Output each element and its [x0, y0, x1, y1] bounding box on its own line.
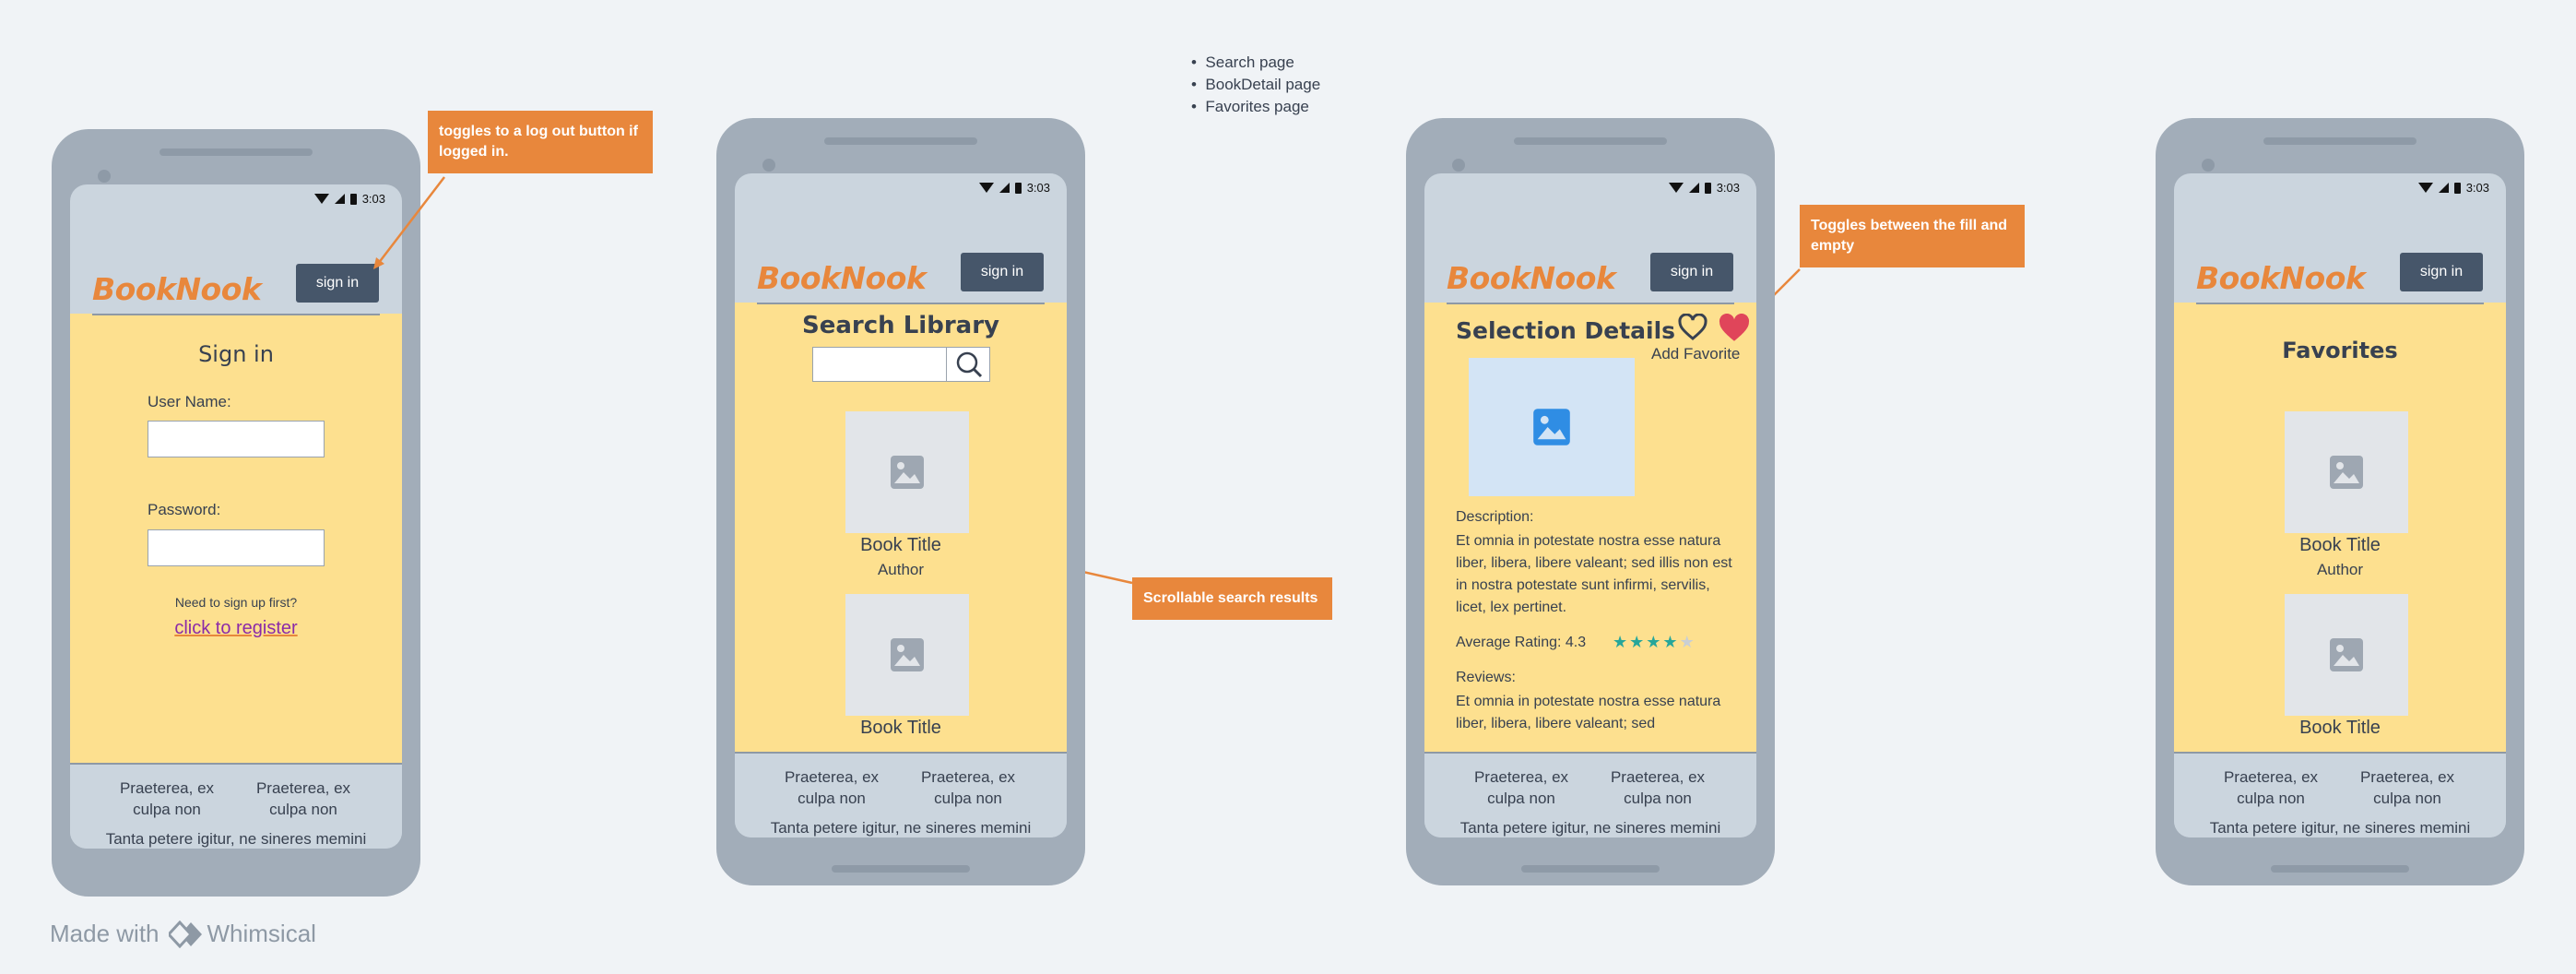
battery-icon	[1704, 182, 1711, 194]
sign-in-button[interactable]: sign in	[961, 253, 1044, 291]
annotation-scrollable: Scrollable search results	[1132, 577, 1332, 620]
wifi-icon	[2417, 183, 2433, 193]
camera	[1452, 159, 1465, 172]
image-icon	[891, 456, 924, 489]
app-logo[interactable]: BookNook	[757, 260, 927, 296]
status-bar: 3:03	[2417, 181, 2489, 195]
whimsical-brand-text: Whimsical	[207, 920, 316, 947]
whimsical-logo-icon	[168, 920, 202, 948]
footer-bottom-text: Tanta petere igitur, ne sineres memini	[770, 819, 1032, 837]
star-icon: ★	[1613, 633, 1628, 652]
footer-col-1: Praeterea, ex culpa non	[784, 768, 880, 807]
wifi-icon	[1668, 183, 1684, 193]
battery-icon	[2453, 182, 2461, 194]
heart-filled-icon[interactable]	[1718, 314, 1751, 343]
footer: Praeterea, ex culpa non Praeterea, ex cu…	[735, 752, 1067, 837]
app-logo[interactable]: BookNook	[2196, 260, 2366, 296]
reviews-text: Et omnia in potestate nostra esse natura…	[1456, 694, 1721, 731]
annotation-toggle-fill: Toggles between the fill and empty	[1800, 205, 2025, 267]
search-button[interactable]	[946, 347, 990, 382]
reviews-label: Reviews:	[1456, 670, 1516, 685]
rating-label: Average Rating: 4.3	[1456, 635, 1587, 650]
camera	[762, 159, 775, 172]
search-input[interactable]	[812, 347, 947, 382]
book-title[interactable]: Book Title	[735, 718, 1067, 739]
image-icon	[1533, 409, 1570, 445]
footer-col-2: Praeterea, ex culpa non	[1610, 768, 1706, 807]
footer: Praeterea, ex culpa non Praeterea, ex cu…	[2174, 752, 2506, 837]
speaker	[824, 137, 977, 145]
status-time: 3:03	[1026, 181, 1050, 195]
image-icon	[2330, 456, 2363, 489]
battery-icon	[1014, 182, 1022, 194]
star-icon: ★	[1662, 633, 1678, 652]
image-icon	[2330, 638, 2363, 671]
screen: 3:03 BookNook sign in Search Library Boo…	[735, 173, 1067, 837]
footer-bottom-text: Tanta petere igitur, ne sineres memini	[1459, 819, 1721, 837]
header-divider	[757, 303, 1045, 304]
status-time: 3:03	[2465, 181, 2489, 195]
camera	[2202, 159, 2215, 172]
home-bar	[1521, 865, 1660, 873]
page-title: Selection Details	[1456, 317, 1676, 344]
book-title[interactable]: Book Title	[2174, 535, 2506, 556]
star-icon: ★	[1646, 633, 1661, 652]
footer: Praeterea, ex culpa non Praeterea, ex cu…	[1424, 752, 1756, 837]
description-label: Description:	[1456, 509, 1534, 525]
rating-stars: ★ ★ ★ ★ ★	[1613, 633, 1695, 652]
book-cover-image[interactable]	[845, 594, 969, 716]
book-author: Author	[2316, 561, 2364, 578]
add-favorite-label[interactable]: Add Favorite	[1651, 345, 1740, 363]
search-content: Search Library Book Title Author Book Ti…	[735, 303, 1067, 753]
home-bar	[832, 865, 970, 873]
footer-col-1: Praeterea, ex culpa non	[2223, 768, 2319, 807]
screen: 3:03 BookNook sign in Favorites Book Tit…	[2174, 173, 2506, 837]
footer-col-2: Praeterea, ex culpa non	[2359, 768, 2455, 807]
status-bar: 3:03	[978, 181, 1050, 195]
phone-favorites: 3:03 BookNook sign in Favorites Book Tit…	[2156, 118, 2524, 885]
home-bar	[2271, 865, 2409, 873]
favorites-content: Favorites Book Title Author Book Title	[2174, 303, 2506, 753]
phone-detail: 3:03 BookNook sign in Selection Details …	[1406, 118, 1775, 885]
app-logo[interactable]: BookNook	[1447, 260, 1616, 296]
phone-search: 3:03 BookNook sign in Search Library Boo…	[716, 118, 1085, 885]
detail-content: Selection Details Add Favorite Descripti…	[1424, 303, 1756, 753]
made-with-badge[interactable]: Made with Whimsical	[50, 920, 316, 948]
header-divider	[1447, 303, 1734, 304]
page-title: Favorites	[2282, 338, 2398, 363]
header-divider	[2196, 303, 2484, 304]
status-time: 3:03	[1716, 181, 1740, 195]
footer-col-2: Praeterea, ex culpa non	[920, 768, 1016, 807]
image-icon	[891, 638, 924, 671]
status-bar: 3:03	[1668, 181, 1740, 195]
page-title: Search Library	[802, 312, 999, 339]
book-cover-image[interactable]	[2285, 594, 2408, 716]
made-with-text: Made with	[50, 920, 160, 947]
footer-col-1: Praeterea, ex culpa non	[1473, 768, 1569, 807]
signal-icon	[2438, 183, 2449, 193]
description-text: Et omnia in potestate nostra esse natura…	[1456, 533, 1732, 615]
signal-icon	[1688, 183, 1699, 193]
star-icon: ★	[1629, 633, 1645, 652]
book-cover-image	[1469, 358, 1635, 496]
star-icon: ★	[1679, 633, 1695, 652]
book-author: Author	[877, 561, 925, 578]
screen: 3:03 BookNook sign in Selection Details …	[1424, 173, 1756, 837]
book-title[interactable]: Book Title	[735, 535, 1067, 556]
book-cover-image[interactable]	[845, 411, 969, 533]
search-icon	[956, 351, 983, 378]
speaker	[1514, 137, 1667, 145]
book-cover-image[interactable]	[2285, 411, 2408, 533]
sign-in-button[interactable]: sign in	[1650, 253, 1733, 291]
sign-in-button[interactable]: sign in	[2400, 253, 2483, 291]
heart-outline-icon[interactable]	[1677, 314, 1708, 341]
signal-icon	[998, 183, 1010, 193]
footer-bottom-text: Tanta petere igitur, ne sineres memini	[2209, 819, 2471, 837]
wifi-icon	[978, 183, 994, 193]
speaker	[2263, 137, 2416, 145]
book-title[interactable]: Book Title	[2174, 718, 2506, 739]
